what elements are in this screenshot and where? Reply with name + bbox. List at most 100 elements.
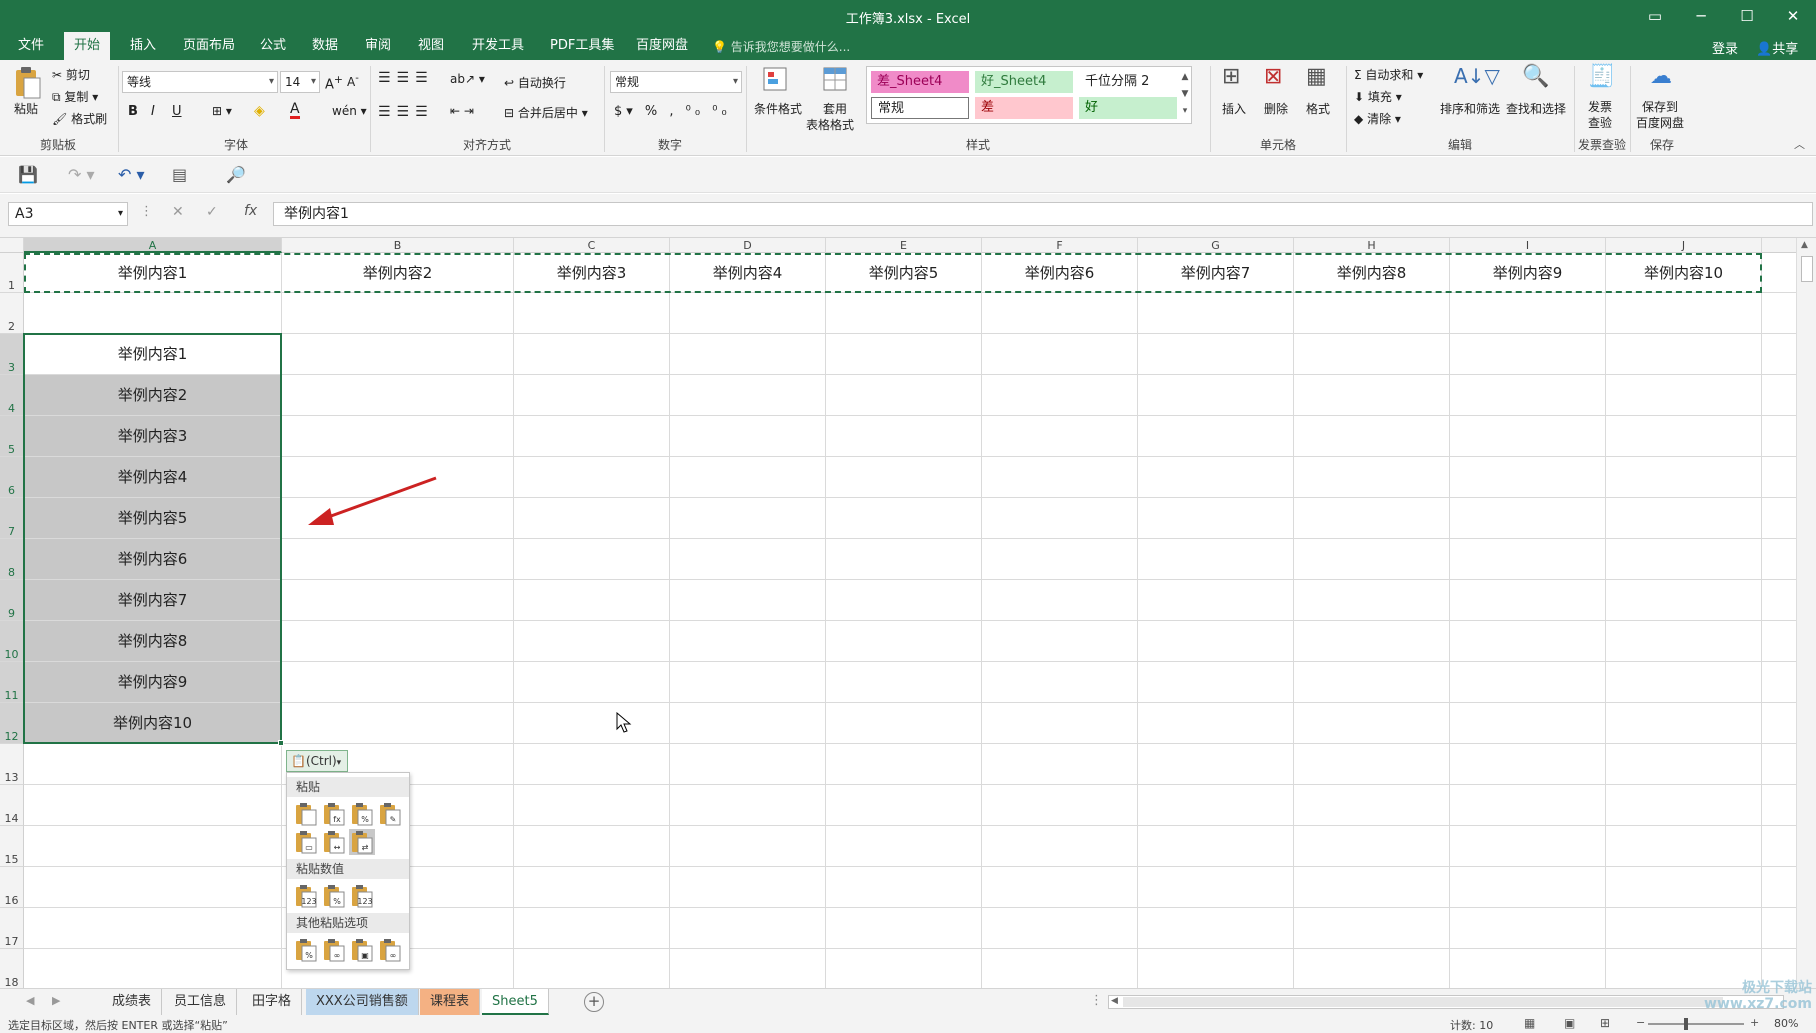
cell-h9[interactable] bbox=[1294, 580, 1450, 621]
copy-button[interactable]: ⧉ 复制 ▾ bbox=[52, 88, 98, 105]
cell-f14[interactable] bbox=[982, 785, 1138, 826]
row-header-6[interactable]: 6 bbox=[0, 457, 24, 498]
cell-e13[interactable] bbox=[826, 744, 982, 785]
gallery-scroll[interactable]: ▲ ▼ ▾ bbox=[1179, 69, 1191, 123]
row-header-14[interactable]: 14 bbox=[0, 785, 24, 826]
cell-extra-14[interactable] bbox=[1762, 785, 1796, 826]
cell-d4[interactable] bbox=[670, 375, 826, 416]
cell-j12[interactable] bbox=[1606, 703, 1762, 744]
paste-transpose-icon[interactable]: ⇄ bbox=[349, 829, 375, 855]
row-header-10[interactable]: 10 bbox=[0, 621, 24, 662]
paste-link-icon[interactable]: ∞ bbox=[321, 937, 347, 963]
cell-h6[interactable] bbox=[1294, 457, 1450, 498]
paste-keep-source-icon[interactable]: ✎ bbox=[377, 801, 403, 827]
row-header-9[interactable]: 9 bbox=[0, 580, 24, 621]
cell-d9[interactable] bbox=[670, 580, 826, 621]
cell-j13[interactable] bbox=[1606, 744, 1762, 785]
cell-c5[interactable] bbox=[514, 416, 670, 457]
tab-insert[interactable]: 插入 bbox=[120, 32, 166, 60]
close-icon[interactable]: ✕ bbox=[1770, 0, 1816, 32]
cell-i15[interactable] bbox=[1450, 826, 1606, 867]
row-header-13[interactable]: 13 bbox=[0, 744, 24, 785]
cell-g5[interactable] bbox=[1138, 416, 1294, 457]
cell-extra-17[interactable] bbox=[1762, 908, 1796, 949]
cell-c8[interactable] bbox=[514, 539, 670, 580]
sheet-tab-2[interactable]: 田字格 bbox=[242, 989, 303, 1015]
cell-c12[interactable] bbox=[514, 703, 670, 744]
cell-h11[interactable] bbox=[1294, 662, 1450, 703]
zoom-level[interactable]: 80% bbox=[1774, 1017, 1798, 1030]
cell-b12[interactable] bbox=[282, 703, 514, 744]
cell-g16[interactable] bbox=[1138, 867, 1294, 908]
zoom-preview-icon[interactable]: 🔎 bbox=[226, 165, 246, 184]
cell-e11[interactable] bbox=[826, 662, 982, 703]
cell-b1[interactable]: 举例内容2 bbox=[282, 253, 514, 293]
cell-d16[interactable] bbox=[670, 867, 826, 908]
cell-f12[interactable] bbox=[982, 703, 1138, 744]
cell-e4[interactable] bbox=[826, 375, 982, 416]
find-select-icon[interactable]: 🔍 bbox=[1522, 64, 1549, 89]
cell-b8[interactable] bbox=[282, 539, 514, 580]
paste-formatting-icon[interactable]: % bbox=[293, 937, 319, 963]
cell-a18[interactable] bbox=[24, 949, 282, 988]
scroll-left-icon[interactable]: ◀ bbox=[1111, 996, 1118, 1006]
cell-e2[interactable] bbox=[826, 293, 982, 334]
cell-i4[interactable] bbox=[1450, 375, 1606, 416]
sheet-tab-4[interactable]: 课程表 bbox=[420, 989, 481, 1015]
column-header-c[interactable]: C bbox=[514, 238, 670, 253]
sheet-tab-5[interactable]: Sheet5 bbox=[482, 989, 549, 1015]
row-header-4[interactable]: 4 bbox=[0, 375, 24, 416]
cell-j16[interactable] bbox=[1606, 867, 1762, 908]
cell-e1[interactable]: 举例内容5 bbox=[826, 253, 982, 293]
paste-options-button[interactable]: 📋(Ctrl)▾ bbox=[286, 750, 348, 772]
cell-f8[interactable] bbox=[982, 539, 1138, 580]
cell-e17[interactable] bbox=[826, 908, 982, 949]
cell-e14[interactable] bbox=[826, 785, 982, 826]
autosum-button[interactable]: Σ 自动求和 ▾ bbox=[1354, 66, 1423, 83]
cell-f13[interactable] bbox=[982, 744, 1138, 785]
cell-i13[interactable] bbox=[1450, 744, 1606, 785]
paste-icon[interactable] bbox=[293, 801, 319, 827]
cell-h7[interactable] bbox=[1294, 498, 1450, 539]
vertical-align-icons[interactable]: ☰☰☰ bbox=[378, 70, 434, 86]
clear-button[interactable]: ◆ 清除 ▾ bbox=[1354, 110, 1401, 127]
tab-developer[interactable]: 开发工具 bbox=[462, 32, 534, 60]
cell-d7[interactable] bbox=[670, 498, 826, 539]
cell-extra-5[interactable] bbox=[1762, 416, 1796, 457]
cell-a7[interactable]: 举例内容5 bbox=[24, 498, 282, 539]
font-color-icon[interactable]: A bbox=[290, 102, 300, 119]
cell-f4[interactable] bbox=[982, 375, 1138, 416]
font-name-select[interactable]: 等线 bbox=[122, 71, 278, 93]
row-header-3[interactable]: 3 bbox=[0, 334, 24, 375]
cell-i14[interactable] bbox=[1450, 785, 1606, 826]
tab-data[interactable]: 数据 bbox=[302, 32, 348, 60]
cell-a6[interactable]: 举例内容4 bbox=[24, 457, 282, 498]
prev-sheet-icon[interactable]: ◀ bbox=[26, 994, 34, 1007]
cut-button[interactable]: ✂ 剪切 bbox=[52, 66, 90, 83]
cell-d5[interactable] bbox=[670, 416, 826, 457]
cell-j1[interactable]: 举例内容10 bbox=[1606, 253, 1762, 293]
table-format-label-2[interactable]: 表格格式 bbox=[806, 116, 854, 133]
column-header-i[interactable]: I bbox=[1450, 238, 1606, 253]
cell-a3[interactable]: 举例内容1 bbox=[24, 334, 282, 375]
tab-formulas[interactable]: 公式 bbox=[250, 32, 296, 60]
cell-g9[interactable] bbox=[1138, 580, 1294, 621]
paste-no-borders-icon[interactable]: ▭ bbox=[293, 829, 319, 855]
cell-f1[interactable]: 举例内容6 bbox=[982, 253, 1138, 293]
row-header-15[interactable]: 15 bbox=[0, 826, 24, 867]
cell-h1[interactable]: 举例内容8 bbox=[1294, 253, 1450, 293]
cell-g1[interactable]: 举例内容7 bbox=[1138, 253, 1294, 293]
find-select-label[interactable]: 查找和选择 bbox=[1506, 100, 1566, 117]
cell-a17[interactable] bbox=[24, 908, 282, 949]
cell-g14[interactable] bbox=[1138, 785, 1294, 826]
cell-f3[interactable] bbox=[982, 334, 1138, 375]
add-sheet-button[interactable]: + bbox=[584, 992, 604, 1012]
baidu-cloud-icon[interactable]: ☁ bbox=[1650, 64, 1672, 89]
cell-g6[interactable] bbox=[1138, 457, 1294, 498]
cell-e10[interactable] bbox=[826, 621, 982, 662]
cell-i18[interactable] bbox=[1450, 949, 1606, 988]
cell-i16[interactable] bbox=[1450, 867, 1606, 908]
style-good-sheet4[interactable]: 好_Sheet4 bbox=[975, 71, 1073, 93]
cell-a12[interactable]: 举例内容10 bbox=[24, 703, 282, 744]
invoice-check-icon[interactable]: 🧾 bbox=[1588, 64, 1615, 89]
